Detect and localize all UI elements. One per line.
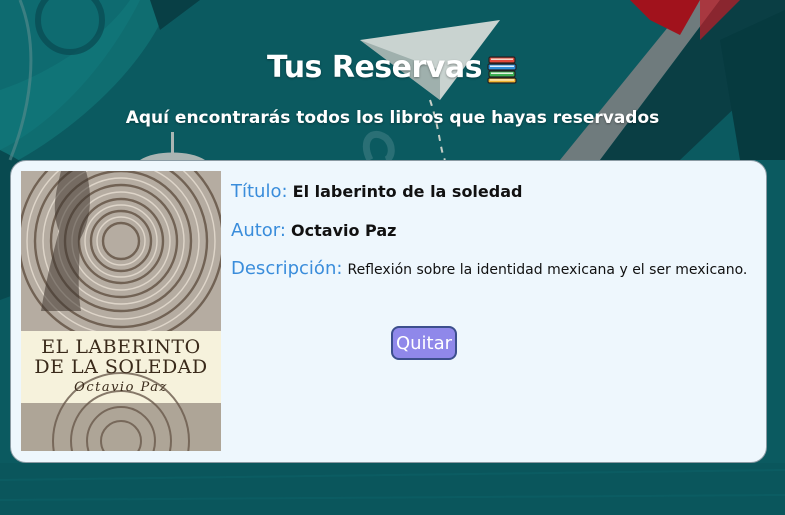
page-subtitle: Aquí encontrarás todos los libros que ha… [125, 108, 660, 128]
title-label: Título: [231, 181, 288, 202]
description-label: Descripción: [231, 258, 343, 279]
author-field: Autor: Octavio Paz [231, 220, 749, 242]
book-info: Título: El laberinto de la soledad Autor… [231, 181, 749, 297]
cover-title-line-1: EL LABERINTO [41, 336, 201, 358]
book-cover-image: EL LABERINTO DE LA SOLEDAD Octavio Paz [21, 171, 221, 451]
author-label: Autor: [231, 220, 286, 241]
description-value: Reflexión sobre la identidad mexicana y … [347, 262, 748, 278]
cover-author: Octavio Paz [74, 380, 168, 395]
book-cover-art [21, 171, 221, 451]
cover-title: EL LABERINTO DE LA SOLEDAD [21, 337, 221, 377]
title-field: Título: El laberinto de la soledad [231, 181, 749, 203]
books-icon [487, 55, 517, 84]
title-value: El laberinto de la soledad [292, 182, 523, 201]
author-value: Octavio Paz [291, 221, 397, 240]
page-title: Tus Reservas [267, 50, 482, 85]
description-field: Descripción: Reflexión sobre la identida… [231, 259, 749, 280]
reservation-card: EL LABERINTO DE LA SOLEDAD Octavio Paz T… [10, 160, 767, 463]
remove-button[interactable]: Quitar [391, 326, 457, 360]
cover-title-line-2: DE LA SOLEDAD [34, 356, 208, 378]
title-row: Tus Reservas [0, 50, 785, 85]
